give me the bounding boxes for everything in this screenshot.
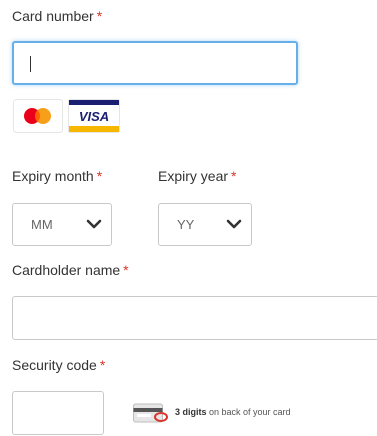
expiry-month-value: MM xyxy=(31,217,53,232)
visa-icon: VISA xyxy=(68,99,120,133)
security-code-input[interactable] xyxy=(12,391,104,435)
required-mark: * xyxy=(123,262,129,278)
required-mark: * xyxy=(231,168,237,184)
required-mark: * xyxy=(96,168,103,184)
expiry-month-select[interactable]: MM xyxy=(12,203,112,246)
required-mark: * xyxy=(99,357,106,373)
mastercard-icon xyxy=(13,99,63,133)
card-number-label: Card number * xyxy=(12,8,103,24)
expiry-year-value: YY xyxy=(177,217,195,232)
chevron-down-icon xyxy=(86,218,102,233)
chevron-down-icon xyxy=(226,218,242,233)
card-number-input[interactable] xyxy=(12,41,298,85)
svg-text:VISA: VISA xyxy=(79,109,109,124)
payment-form: Card number * VISA Expiry month * Expiry y… xyxy=(0,0,377,436)
security-code-hint: 3 digits on back of your card xyxy=(175,407,291,417)
cardholder-name-input[interactable] xyxy=(12,296,377,340)
card-back-cvv-icon xyxy=(133,403,169,425)
expiry-year-label: Expiry year * xyxy=(158,168,237,184)
cardholder-name-label: Cardholder name * xyxy=(12,262,129,278)
required-mark: * xyxy=(96,8,103,24)
expiry-year-select[interactable]: YY xyxy=(158,203,252,246)
expiry-month-label: Expiry month * xyxy=(12,168,103,184)
security-code-label: Security code * xyxy=(12,357,106,373)
text-caret xyxy=(30,56,31,72)
